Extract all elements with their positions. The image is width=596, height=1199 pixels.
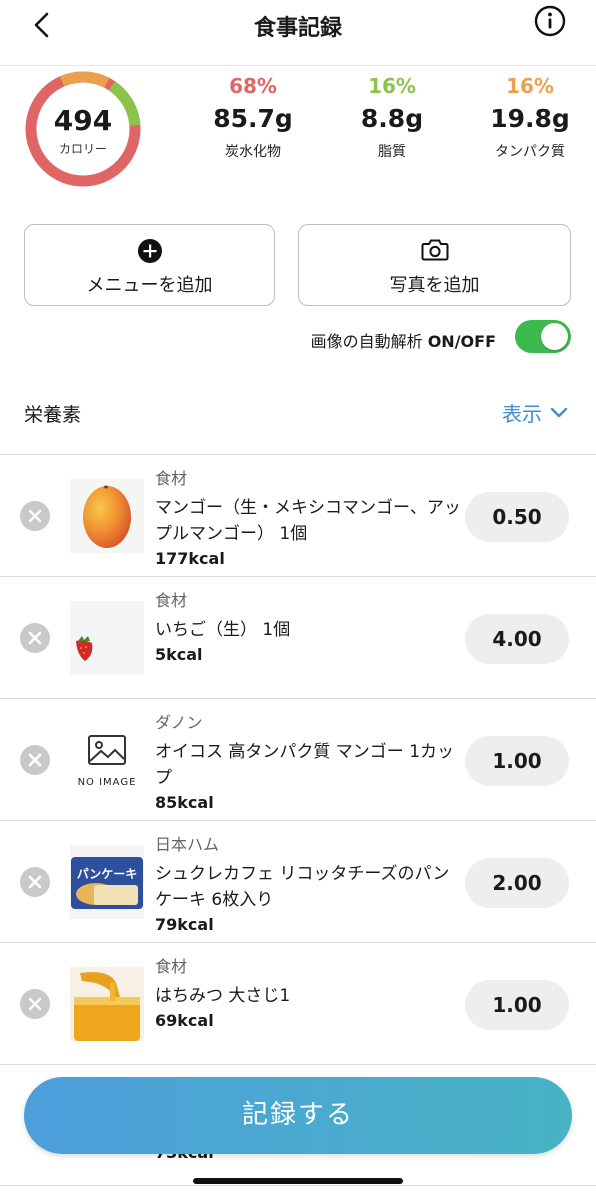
close-icon xyxy=(28,875,42,889)
calorie-unit-label: カロリー xyxy=(58,142,107,156)
macro-protein-label: タンパク質 xyxy=(495,144,565,160)
item-kcal: 177kcal xyxy=(155,549,225,568)
macro-protein: 16% 19.8g タンパク質 xyxy=(475,74,585,161)
macro-fat-label: 脂質 xyxy=(378,144,406,160)
add-photo-button[interactable]: 写真を追加 xyxy=(298,224,571,306)
no-image-label: NO IMAGE xyxy=(77,777,137,788)
add-menu-button[interactable]: メニューを追加 xyxy=(24,224,275,306)
item-kcal: 69kcal xyxy=(155,1011,214,1030)
remove-item-button[interactable] xyxy=(20,623,50,653)
item-kcal: 85kcal xyxy=(155,793,214,812)
remove-item-button[interactable] xyxy=(20,989,50,1019)
plus-circle-icon xyxy=(137,239,162,263)
no-image-placeholder: NO IMAGE xyxy=(70,723,144,797)
add-menu-label: メニューを追加 xyxy=(86,275,213,296)
remove-item-button[interactable] xyxy=(20,501,50,531)
food-item-row: 食材 はちみつ 大さじ1 69kcal 1.00 xyxy=(0,942,596,1064)
item-name: はちみつ 大さじ1 xyxy=(155,986,291,1006)
macro-protein-amount: 19.8g xyxy=(490,104,570,133)
item-kcal: 79kcal xyxy=(155,915,214,934)
header: 食事記録 xyxy=(0,0,596,66)
add-photo-label: 写真を追加 xyxy=(389,275,480,296)
close-icon xyxy=(28,753,42,767)
honey-image xyxy=(70,967,144,1041)
chevron-down-icon xyxy=(550,407,568,417)
quantity-button[interactable]: 1.00 xyxy=(465,736,569,786)
auto-analysis-text: 画像の自動解析 xyxy=(310,332,423,351)
auto-analysis-state-text: ON/OFF xyxy=(427,332,496,351)
image-placeholder-icon xyxy=(88,735,126,765)
meal-record-screen: 食事記録 494 カロリー 68% 85.7g 炭水化物 16% 8.8g 脂質… xyxy=(0,0,596,1199)
item-brand: 食材 xyxy=(155,957,188,976)
remove-item-button[interactable] xyxy=(20,867,50,897)
quantity-button[interactable]: 1.00 xyxy=(465,980,569,1030)
macro-fat-amount: 8.8g xyxy=(360,104,424,133)
pancake-package-image: パンケーキ xyxy=(70,845,144,919)
remove-item-button[interactable] xyxy=(20,745,50,775)
item-name: いちご（生） 1個 xyxy=(155,620,291,640)
close-icon xyxy=(28,997,42,1011)
macro-carbs-amount: 85.7g xyxy=(213,104,293,133)
nutrients-title: 栄養素 xyxy=(24,404,82,426)
close-icon xyxy=(28,509,42,523)
item-kcal: 5kcal xyxy=(155,645,203,664)
toggle-knob xyxy=(541,323,568,350)
item-brand: 日本ハム xyxy=(155,835,220,854)
package-text: パンケーキ xyxy=(76,867,138,881)
page-title: 食事記録 xyxy=(253,16,342,41)
food-item-row: 食材 いちご（生） 1個 5kcal 4.00 xyxy=(0,576,596,698)
item-brand: 食材 xyxy=(155,469,188,488)
macro-protein-percent: 16% xyxy=(506,74,554,98)
macro-fat: 16% 8.8g 脂質 xyxy=(337,74,447,161)
item-name: オイコス 高タンパク質 マンゴー 1カップ xyxy=(155,742,455,788)
mango-image xyxy=(70,479,144,553)
food-item-row: 食材 マンゴー（生・メキシコマンゴー、アップルマンゴー） 1個 177kcal … xyxy=(0,454,596,576)
home-indicator xyxy=(193,1178,403,1184)
strawberry-image xyxy=(70,601,144,675)
item-name: マンゴー（生・メキシコマンゴー、アップルマンゴー） 1個 xyxy=(155,498,461,544)
ring-segment-protein xyxy=(59,71,110,88)
quantity-button[interactable]: 4.00 xyxy=(465,614,569,664)
food-item-row: パンケーキ 日本ハム シュクレカフェ リコッタチーズのパンケーキ 6枚入り 79… xyxy=(0,820,596,942)
item-name: シュクレカフェ リコッタチーズのパンケーキ 6枚入り xyxy=(155,864,450,910)
calorie-total: 494 xyxy=(53,104,113,137)
item-brand: ダノン xyxy=(155,713,203,732)
nutrients-show-label: 表示 xyxy=(502,402,542,426)
item-brand: 食材 xyxy=(155,591,188,610)
auto-analysis-toggle[interactable] xyxy=(515,320,571,353)
macro-carbs-percent: 68% xyxy=(229,74,277,98)
quantity-button[interactable]: 2.00 xyxy=(465,858,569,908)
auto-analysis-label: 画像の自動解析 ON/OFF xyxy=(311,328,496,352)
record-button[interactable]: 記録する xyxy=(24,1077,572,1154)
close-icon xyxy=(28,631,42,645)
macro-fat-percent: 16% xyxy=(368,74,416,98)
camera-icon xyxy=(421,239,448,261)
macro-carbs: 68% 85.7g 炭水化物 xyxy=(198,74,308,161)
info-icon[interactable] xyxy=(534,5,566,37)
nutrients-show-toggle[interactable]: 表示 xyxy=(502,398,568,427)
quantity-button[interactable]: 0.50 xyxy=(465,492,569,542)
food-item-row: NO IMAGE ダノン オイコス 高タンパク質 マンゴー 1カップ 85kca… xyxy=(0,698,596,820)
macro-carbs-label: 炭水化物 xyxy=(225,144,281,160)
